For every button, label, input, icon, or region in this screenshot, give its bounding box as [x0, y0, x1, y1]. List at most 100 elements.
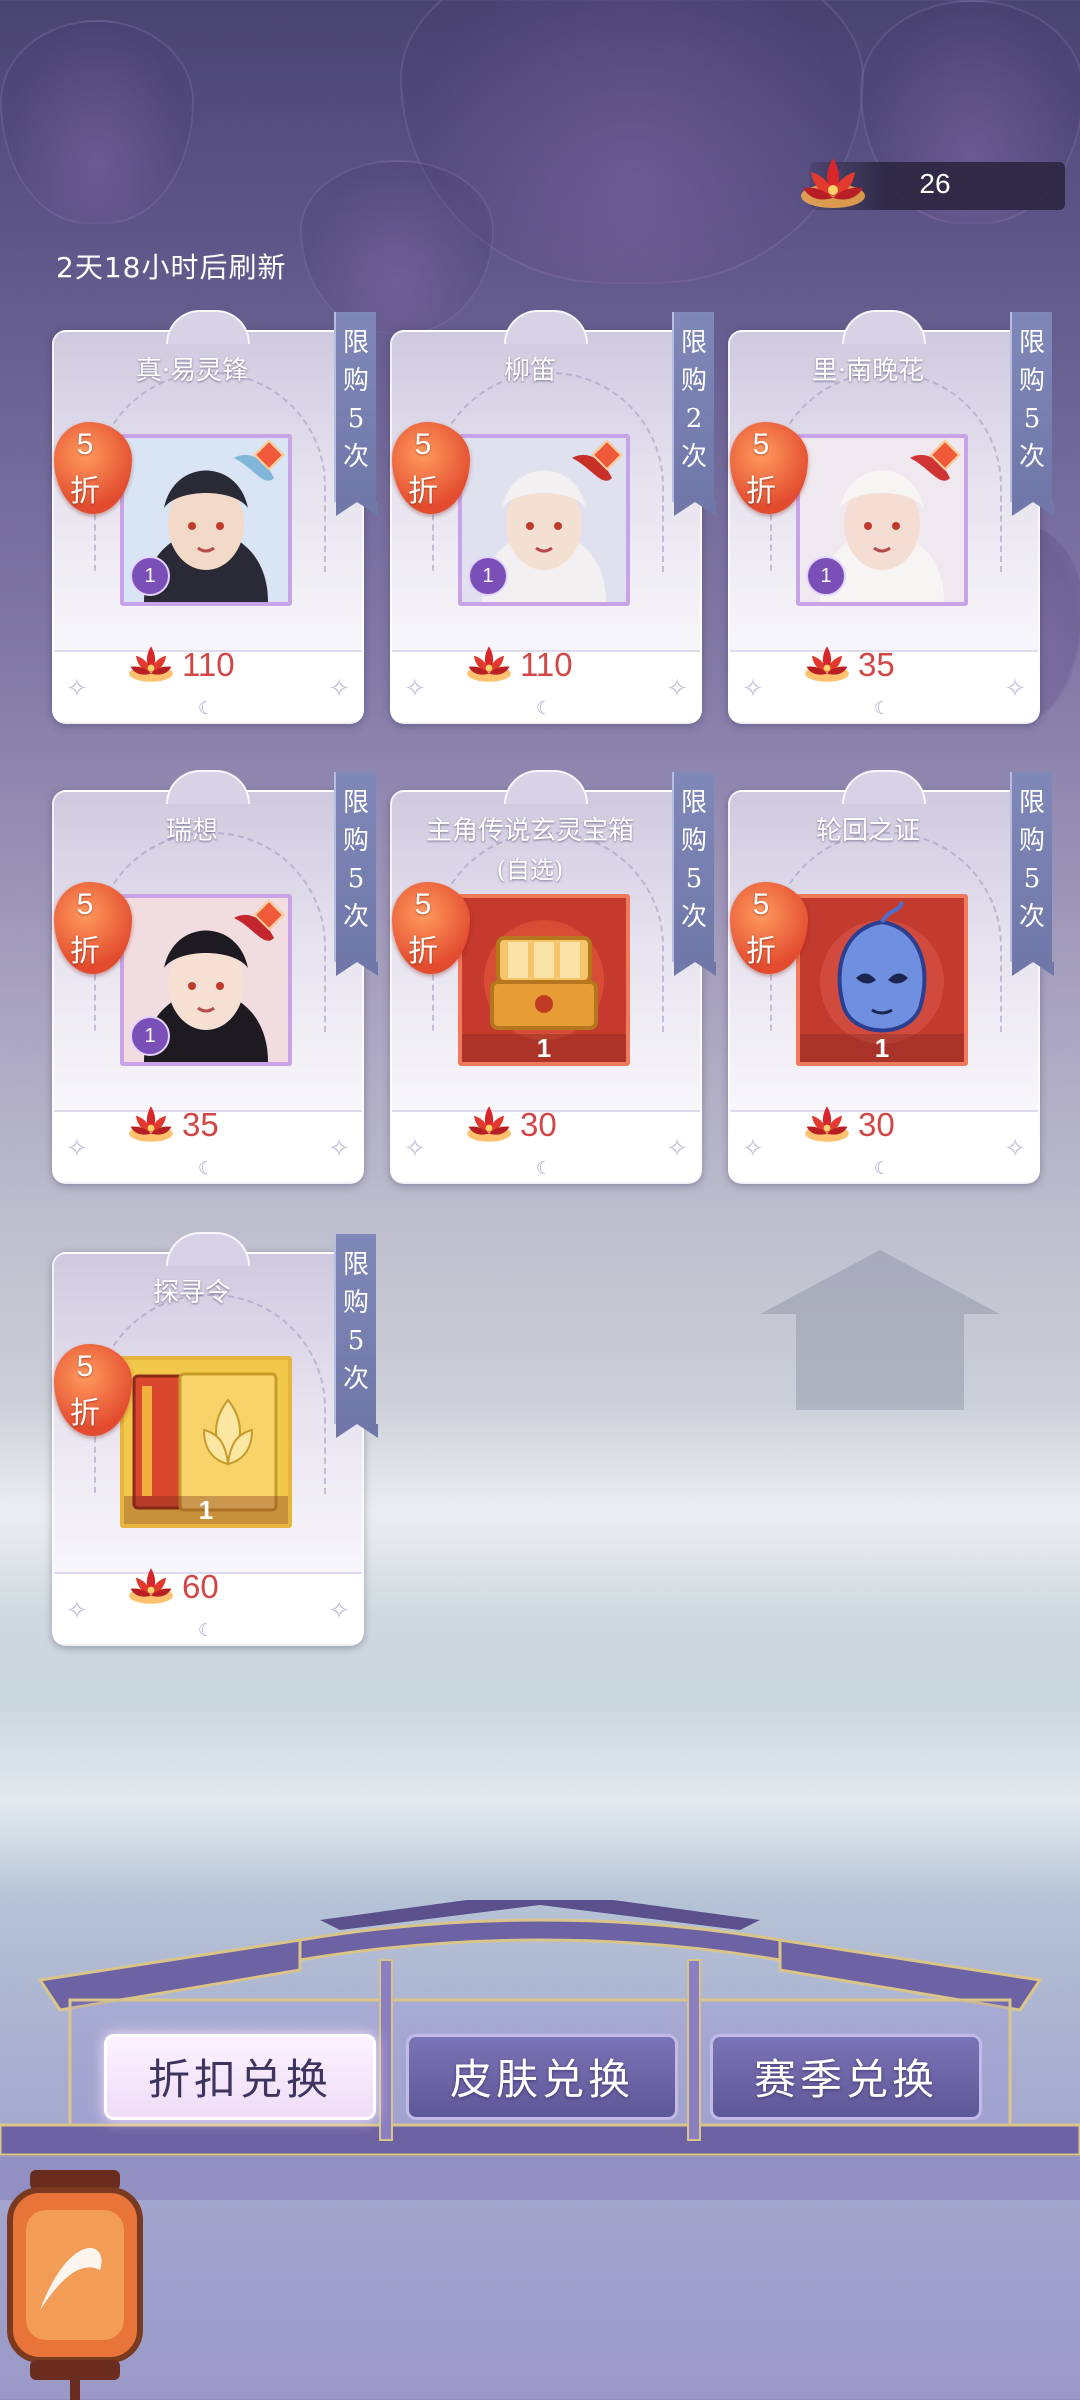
red-lotus-icon: [462, 638, 516, 690]
item-price: 30: [520, 1106, 557, 1143]
discount-value: 5: [752, 428, 770, 461]
limit-char: 限: [680, 328, 707, 358]
item-name: 瑞想: [165, 816, 218, 846]
shop-item-card[interactable]: ✧ ✧ 主角传说玄灵宝箱 (自选) 限 购 5 次 1 5 折 30 ☾: [390, 770, 716, 1184]
limit-char: 购: [1018, 366, 1045, 396]
card-top-ornament: [504, 310, 588, 344]
item-icon[interactable]: 1: [796, 434, 968, 606]
discount-value: 5: [76, 1350, 94, 1383]
shop-item-card[interactable]: ✧ ✧ 柳笛 限 购 2 次 1 5 折 110 ☾: [390, 310, 716, 724]
discount-badge: 5 折: [54, 882, 132, 974]
purchase-limit-ribbon: 限 购 5 次: [334, 772, 378, 976]
red-lotus-icon: [462, 1098, 516, 1150]
red-lotus-icon: [124, 1560, 178, 1612]
level-badge: 1: [468, 556, 508, 596]
item-icon[interactable]: 1: [120, 1356, 292, 1528]
limit-char: 购: [342, 366, 369, 396]
background-pavilion: [760, 1250, 1000, 1410]
item-icon[interactable]: 1: [120, 434, 292, 606]
level-badge: 1: [130, 1016, 170, 1056]
level-badge: 1: [806, 556, 846, 596]
shop-item-card[interactable]: ✧ ✧ 瑞想 限 购 5 次 1 5 折 35 ☾: [52, 770, 378, 1184]
cloud-pattern-icon: ✧: [666, 1134, 688, 1164]
purchase-limit-ribbon: 限 购 2 次: [672, 312, 716, 516]
tab-season-exchange[interactable]: 赛季兑换: [710, 2034, 982, 2120]
discount-badge: 5 折: [730, 422, 808, 514]
item-price: 35: [858, 646, 895, 683]
discount-unit: 折: [746, 934, 776, 969]
shop-item-card[interactable]: ✧ ✧ 里·南晚花 限 购 5 次 1 5 折 35 ☾: [728, 310, 1054, 724]
background-lantern: [300, 160, 494, 334]
card-top-ornament: [504, 770, 588, 804]
cloud-pattern-icon: ✧: [1004, 1134, 1026, 1164]
tab-skin-exchange[interactable]: 皮肤兑换: [406, 2034, 678, 2120]
item-icon[interactable]: 1: [796, 894, 968, 1066]
cloud-pattern-icon: ✧: [742, 674, 764, 704]
limit-char: 次: [342, 442, 369, 472]
cloud-pattern-icon: ✧: [404, 674, 426, 704]
cloud-pattern-icon: ✧: [328, 1596, 350, 1626]
discount-unit: 折: [408, 474, 438, 509]
discount-value: 5: [414, 428, 432, 461]
item-name: 主角传说玄灵宝箱: [425, 816, 634, 846]
item-icon[interactable]: 1: [120, 894, 292, 1066]
shop-item-card[interactable]: ✧ ✧ 真·易灵锋 限 购 5 次 1 5 折 110 ☾: [52, 310, 378, 724]
limit-char: 限: [680, 788, 707, 818]
limit-char: 购: [342, 826, 369, 856]
moon-ornament-icon: ☾: [197, 1620, 215, 1641]
item-name: 柳笛: [503, 356, 556, 386]
moon-ornament-icon: ☾: [535, 698, 553, 719]
item-count: 1: [800, 1034, 964, 1062]
cloud-pattern-icon: ✧: [66, 1596, 88, 1626]
card-top-ornament: [166, 1232, 250, 1266]
cloud-pattern-icon: ✧: [328, 674, 350, 704]
limit-char: 5: [1023, 404, 1041, 434]
lantern-event-icon[interactable]: [0, 2170, 150, 2400]
item-icon[interactable]: 1: [458, 894, 630, 1066]
item-name: 探寻令: [152, 1278, 231, 1308]
item-price: 35: [182, 1106, 219, 1143]
cloud-pattern-icon: ✧: [666, 674, 688, 704]
discount-badge: 5 折: [54, 422, 132, 514]
shop-item-card[interactable]: ✧ ✧ 探寻令 限 购 5 次 1 5 折 60 ☾: [52, 1232, 378, 1646]
moon-ornament-icon: ☾: [535, 1158, 553, 1179]
purchase-limit-ribbon: 限 购 5 次: [1010, 772, 1054, 976]
discount-value: 5: [76, 428, 94, 461]
limit-char: 次: [1018, 902, 1045, 932]
card-top-ornament: [842, 310, 926, 344]
purchase-limit-ribbon: 限 购 5 次: [672, 772, 716, 976]
limit-char: 次: [680, 442, 707, 472]
item-price: 110: [182, 646, 235, 683]
purchase-limit-ribbon: 限 购 5 次: [1010, 312, 1054, 516]
item-count: 1: [124, 1496, 288, 1524]
refresh-countdown: 2天18小时后刷新: [56, 251, 287, 284]
item-price: 110: [520, 646, 573, 683]
shop-item-card[interactable]: ✧ ✧ 轮回之证 限 购 5 次 1 5 折 30 ☾: [728, 770, 1054, 1184]
limit-char: 5: [347, 404, 365, 434]
cloud-pattern-icon: ✧: [1004, 674, 1026, 704]
discount-unit: 折: [70, 1396, 100, 1431]
background-mist: [0, 1700, 1080, 1900]
tab-discount-exchange[interactable]: 折扣兑换: [104, 2034, 376, 2120]
cloud-pattern-icon: ✧: [328, 1134, 350, 1164]
limit-char: 购: [342, 1288, 369, 1318]
limit-char: 5: [347, 864, 365, 894]
limit-char: 购: [680, 826, 707, 856]
item-icon[interactable]: 1: [458, 434, 630, 606]
card-top-ornament: [842, 770, 926, 804]
limit-char: 限: [1018, 328, 1045, 358]
limit-char: 次: [680, 902, 707, 932]
discount-unit: 折: [746, 474, 776, 509]
moon-ornament-icon: ☾: [197, 698, 215, 719]
limit-char: 次: [1018, 442, 1045, 472]
red-lotus-icon: [124, 1098, 178, 1150]
item-name: 真·易灵锋: [135, 356, 249, 386]
card-top-ornament: [166, 310, 250, 344]
discount-value: 5: [414, 888, 432, 921]
limit-char: 限: [342, 788, 369, 818]
item-count: 1: [462, 1034, 626, 1062]
limit-char: 购: [680, 366, 707, 396]
red-lotus-icon: [124, 638, 178, 690]
discount-value: 5: [752, 888, 770, 921]
moon-ornament-icon: ☾: [197, 1158, 215, 1179]
